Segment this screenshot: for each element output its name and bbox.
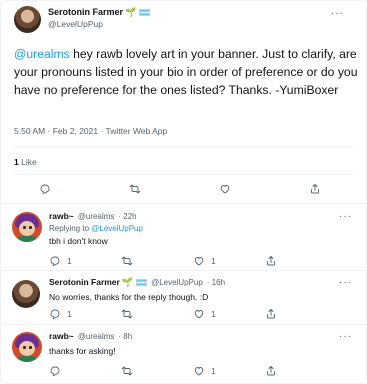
reply-icon: [49, 308, 61, 320]
tweet-text: @urealms hey rawb lovely art in your ban…: [14, 45, 359, 99]
more-icon[interactable]: ···: [331, 8, 344, 19]
retweet-button[interactable]: [121, 255, 193, 267]
reply-button[interactable]: [49, 365, 121, 377]
reply-icon: [49, 255, 61, 267]
like-count: 1: [211, 366, 216, 376]
author-name[interactable]: rawb~: [49, 211, 74, 222]
divider: [14, 174, 353, 175]
more-icon[interactable]: ···: [339, 211, 352, 222]
divider: [1, 324, 366, 325]
more-icon[interactable]: ···: [339, 277, 352, 288]
reply-text: thanks for asking!: [49, 346, 116, 356]
author-handle[interactable]: @LevelUpPup: [48, 18, 150, 30]
replying-to: Replying to @LevelUpPup: [49, 223, 356, 234]
timestamp[interactable]: · 16h: [207, 277, 225, 288]
retweet-icon: [121, 308, 133, 320]
reply-action-bar: 1 1: [49, 255, 277, 267]
like-count: 1: [211, 256, 216, 266]
reply-text: tbh i don't know: [49, 236, 108, 246]
trans-flag-icon: [136, 279, 148, 286]
main-action-bar: [39, 183, 321, 195]
share-button[interactable]: [265, 308, 277, 320]
reply-action-bar: 1: [49, 365, 277, 377]
divider: [1, 270, 366, 271]
retweet-icon[interactable]: [129, 183, 141, 195]
reply-icon[interactable]: [39, 183, 51, 195]
author-handle[interactable]: @urealms: [78, 331, 115, 342]
author-name[interactable]: rawb~: [49, 331, 74, 342]
like-button[interactable]: 1: [193, 255, 265, 267]
like-icon: [193, 308, 205, 320]
share-icon: [265, 255, 277, 267]
reply-count: 1: [67, 309, 72, 319]
retweet-button[interactable]: [121, 308, 193, 320]
like-icon: [193, 365, 205, 377]
more-icon[interactable]: ···: [339, 331, 352, 342]
mention-link[interactable]: @LevelUpPup: [91, 224, 143, 233]
tweet-thread: Serotonin Farmer 🌱 @LevelUpPup ··· @urea…: [0, 0, 367, 384]
avatar[interactable]: [14, 6, 41, 33]
timestamp[interactable]: · 8h: [118, 331, 132, 342]
like-button[interactable]: 1: [193, 308, 265, 320]
reply-button[interactable]: 1: [49, 308, 121, 320]
like-count: 1: [211, 309, 216, 319]
main-tweet-header: Serotonin Farmer 🌱 @LevelUpPup ···: [14, 6, 358, 38]
avatar[interactable]: [12, 212, 42, 242]
author-block: Serotonin Farmer 🌱 @LevelUpPup: [48, 6, 151, 30]
author-name[interactable]: Serotonin Farmer: [49, 277, 120, 288]
reply-action-bar: 1 1: [49, 308, 277, 320]
seedling-emoji: 🌱: [121, 277, 134, 287]
retweet-icon: [121, 255, 133, 267]
like-icon: [193, 255, 205, 267]
reply-count: 1: [67, 256, 72, 266]
author-handle[interactable]: @LevelUpPup: [151, 277, 203, 288]
divider: [1, 203, 366, 204]
retweet-icon: [121, 365, 133, 377]
seedling-emoji: 🌱: [125, 7, 137, 17]
mention-link[interactable]: @urealms: [14, 47, 70, 61]
likes-label: Like: [18, 157, 37, 167]
reply-text: No worries, thanks for the reply though.…: [49, 292, 209, 302]
likes-summary[interactable]: 1 Like: [14, 157, 37, 167]
author-handle[interactable]: @urealms: [78, 211, 115, 222]
share-icon: [265, 308, 277, 320]
timestamp[interactable]: · 22h: [118, 211, 136, 222]
share-icon[interactable]: [309, 183, 321, 195]
share-button[interactable]: [265, 255, 277, 267]
like-icon[interactable]: [219, 183, 231, 195]
retweet-button[interactable]: [121, 365, 193, 377]
reply-button[interactable]: 1: [49, 255, 121, 267]
replying-prefix: Replying to: [49, 224, 92, 233]
trans-flag-icon: [139, 8, 151, 16]
like-button[interactable]: 1: [193, 365, 265, 377]
share-icon: [265, 365, 277, 377]
author-name[interactable]: Serotonin Farmer: [48, 6, 123, 18]
avatar[interactable]: [12, 280, 40, 308]
divider: [14, 146, 353, 147]
avatar[interactable]: [12, 332, 42, 362]
share-button[interactable]: [265, 365, 277, 377]
reply-icon: [49, 365, 61, 377]
tweet-meta[interactable]: 5:50 AM · Feb 2, 2021 · Twitter Web App: [14, 126, 167, 136]
